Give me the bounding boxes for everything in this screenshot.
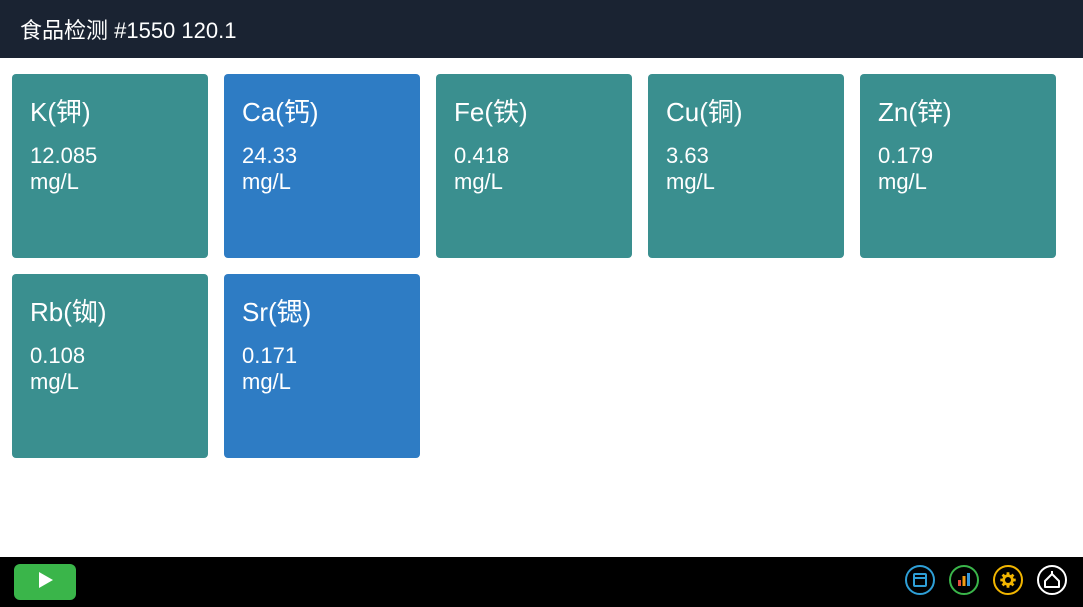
main-content: K(钾)12.085mg/LCa(钙)24.33mg/LFe(铁)0.418mg…	[0, 58, 1083, 557]
page-title: 食品检测 #1550 120.1	[20, 13, 236, 45]
element-unit: mg/L	[30, 169, 190, 195]
element-value: 12.085	[30, 143, 190, 169]
element-value: 0.179	[878, 143, 1038, 169]
element-name: Zn(锌)	[878, 92, 1038, 129]
element-unit: mg/L	[454, 169, 614, 195]
element-grid: K(钾)12.085mg/LCa(钙)24.33mg/LFe(铁)0.418mg…	[12, 74, 1071, 458]
element-value: 0.108	[30, 343, 190, 369]
element-name: K(钾)	[30, 92, 190, 129]
element-name: Cu(铜)	[666, 92, 826, 129]
element-value: 3.63	[666, 143, 826, 169]
element-name: Ca(钙)	[242, 92, 402, 129]
element-value: 24.33	[242, 143, 402, 169]
element-card[interactable]: Ca(钙) 24.33mg/L	[224, 74, 420, 258]
play-icon	[35, 570, 55, 595]
chart-button[interactable]	[947, 565, 981, 599]
play-button[interactable]	[14, 564, 76, 600]
element-card[interactable]: Fe(铁) 0.418mg/L	[436, 74, 632, 258]
element-unit: mg/L	[242, 169, 402, 195]
element-value: 0.171	[242, 343, 402, 369]
footer-icons	[903, 565, 1069, 599]
element-unit: mg/L	[242, 369, 402, 395]
element-name: Fe(铁)	[454, 92, 614, 129]
element-unit: mg/L	[666, 169, 826, 195]
element-value: 0.418	[454, 143, 614, 169]
element-card[interactable]: Rb(铷) 0.108mg/L	[12, 274, 208, 458]
header-bar: 食品检测 #1550 120.1	[0, 0, 1083, 58]
element-card[interactable]: Zn(锌) 0.179mg/L	[860, 74, 1056, 258]
home-icon	[1036, 564, 1068, 601]
chart-icon	[948, 564, 980, 601]
element-card[interactable]: K(钾) 12.085mg/L	[12, 74, 208, 258]
element-name: Rb(铷)	[30, 292, 190, 329]
element-unit: mg/L	[30, 369, 190, 395]
element-unit: mg/L	[878, 169, 1038, 195]
settings-button[interactable]	[991, 565, 1025, 599]
element-card[interactable]: Cu(铜) 3.63mg/L	[648, 74, 844, 258]
document-icon	[904, 564, 936, 601]
element-name: Sr(锶)	[242, 292, 402, 329]
element-card[interactable]: Sr(锶) 0.171mg/L	[224, 274, 420, 458]
home-button[interactable]	[1035, 565, 1069, 599]
footer-bar	[0, 557, 1083, 607]
document-button[interactable]	[903, 565, 937, 599]
settings-icon	[992, 564, 1024, 601]
